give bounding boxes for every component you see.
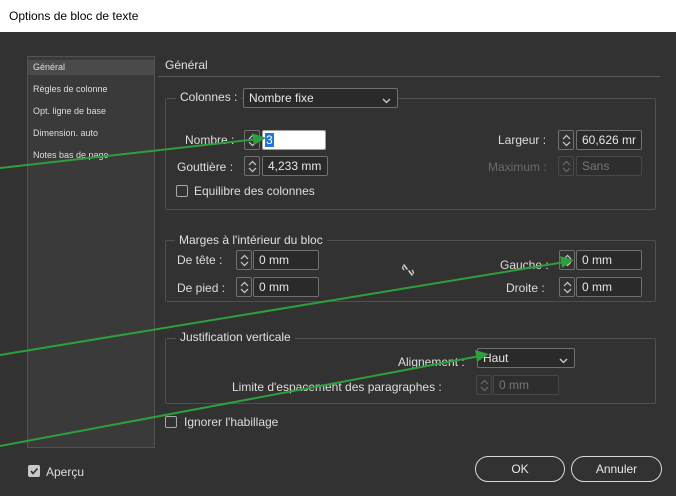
inset-group-title: Marges à l'intérieur du bloc xyxy=(175,233,327,247)
gutter-label: Gouttière : xyxy=(177,160,234,174)
alignment-label: Alignement : xyxy=(398,355,465,369)
paragraph-spacing-value: 0 mm xyxy=(499,378,529,392)
alignment-dropdown[interactable]: Haut xyxy=(477,348,575,368)
preview-checkbox[interactable] xyxy=(28,465,40,477)
columns-type-value: Nombre fixe xyxy=(249,91,314,105)
right-inset-input[interactable]: 0 mm xyxy=(576,277,642,297)
stepper-arrows-icon xyxy=(563,281,572,294)
sidebar-item-auto-size[interactable]: Dimension. auto xyxy=(28,126,154,141)
number-input[interactable]: 3 xyxy=(262,130,326,150)
balance-columns-checkbox[interactable] xyxy=(176,185,188,197)
top-inset-input[interactable]: 0 mm xyxy=(253,250,319,270)
ignore-wrap-checkbox[interactable] xyxy=(165,416,177,428)
sidebar: Général Règles de colonne Opt. ligne de … xyxy=(27,56,155,448)
stepper-arrows-icon xyxy=(240,281,249,294)
section-divider xyxy=(158,76,660,77)
width-value: 60,626 mr xyxy=(582,133,637,147)
width-label: Largeur : xyxy=(498,133,547,147)
chevron-down-icon xyxy=(559,354,568,368)
cancel-button[interactable]: Annuler xyxy=(571,456,662,482)
vertical-justification-group xyxy=(165,338,656,404)
left-inset-stepper[interactable] xyxy=(559,250,575,270)
checkmark-icon xyxy=(30,467,39,475)
columns-group-title: Colonnes : xyxy=(176,90,242,104)
stepper-arrows-icon xyxy=(248,160,257,173)
window-title: Options de bloc de texte xyxy=(0,0,676,32)
number-label: Nombre : xyxy=(185,133,235,147)
gutter-input[interactable]: 4,233 mm xyxy=(262,156,328,176)
ok-button[interactable]: OK xyxy=(475,456,565,482)
sidebar-item-column-rules[interactable]: Règles de colonne xyxy=(28,82,154,97)
chevron-down-icon xyxy=(382,94,391,108)
maximum-label: Maximum : xyxy=(488,160,547,174)
stepper-arrows-icon xyxy=(562,160,571,173)
bottom-inset-value: 0 mm xyxy=(259,280,289,294)
sidebar-item-footnotes[interactable]: Notes bas de page xyxy=(28,148,154,163)
width-input[interactable]: 60,626 mr xyxy=(576,130,642,150)
sidebar-item-baseline-options[interactable]: Opt. ligne de base xyxy=(28,104,154,119)
left-inset-label: Gauche : xyxy=(500,258,549,272)
paragraph-spacing-limit-label: Limite d'espacement des paragraphes : xyxy=(232,380,442,394)
section-title: Général xyxy=(165,58,208,72)
bottom-inset-input[interactable]: 0 mm xyxy=(253,277,319,297)
right-inset-label: Droite : xyxy=(506,281,545,295)
columns-type-dropdown[interactable]: Nombre fixe xyxy=(243,88,398,108)
stepper-arrows-icon xyxy=(480,379,489,392)
number-value: 3 xyxy=(265,133,274,147)
alignment-value: Haut xyxy=(483,351,509,365)
balance-columns-label: Equilibre des colonnes xyxy=(194,184,315,198)
sidebar-item-general[interactable]: Général xyxy=(28,60,154,75)
ignore-wrap-label: Ignorer l'habillage xyxy=(184,415,279,429)
paragraph-spacing-input: 0 mm xyxy=(493,375,559,395)
gutter-stepper[interactable] xyxy=(244,156,260,176)
bottom-inset-label: De pied : xyxy=(177,281,226,295)
right-inset-stepper[interactable] xyxy=(559,277,575,297)
width-stepper[interactable] xyxy=(558,130,574,150)
right-inset-value: 0 mm xyxy=(582,280,612,294)
bottom-inset-stepper[interactable] xyxy=(236,277,252,297)
stepper-arrows-icon xyxy=(562,134,571,147)
maximum-input: Sans xyxy=(576,156,642,176)
maximum-value: Sans xyxy=(582,159,610,173)
paragraph-spacing-stepper xyxy=(476,375,492,395)
top-inset-stepper[interactable] xyxy=(236,250,252,270)
stepper-arrows-icon xyxy=(563,254,572,267)
left-inset-input[interactable]: 0 mm xyxy=(576,250,642,270)
preview-label: Aperçu xyxy=(46,465,85,479)
maximum-stepper xyxy=(558,156,574,176)
top-inset-value: 0 mm xyxy=(259,253,289,267)
chain-link-broken-icon[interactable] xyxy=(400,262,416,278)
stepper-arrows-icon xyxy=(240,254,249,267)
left-inset-value: 0 mm xyxy=(582,253,612,267)
vertical-justification-title: Justification verticale xyxy=(176,330,295,344)
number-stepper[interactable] xyxy=(244,130,260,150)
top-inset-label: De tête : xyxy=(177,253,223,267)
columns-label: Colonnes : xyxy=(180,90,238,104)
gutter-value: 4,233 mm xyxy=(268,159,322,173)
stepper-arrows-icon xyxy=(248,134,257,147)
